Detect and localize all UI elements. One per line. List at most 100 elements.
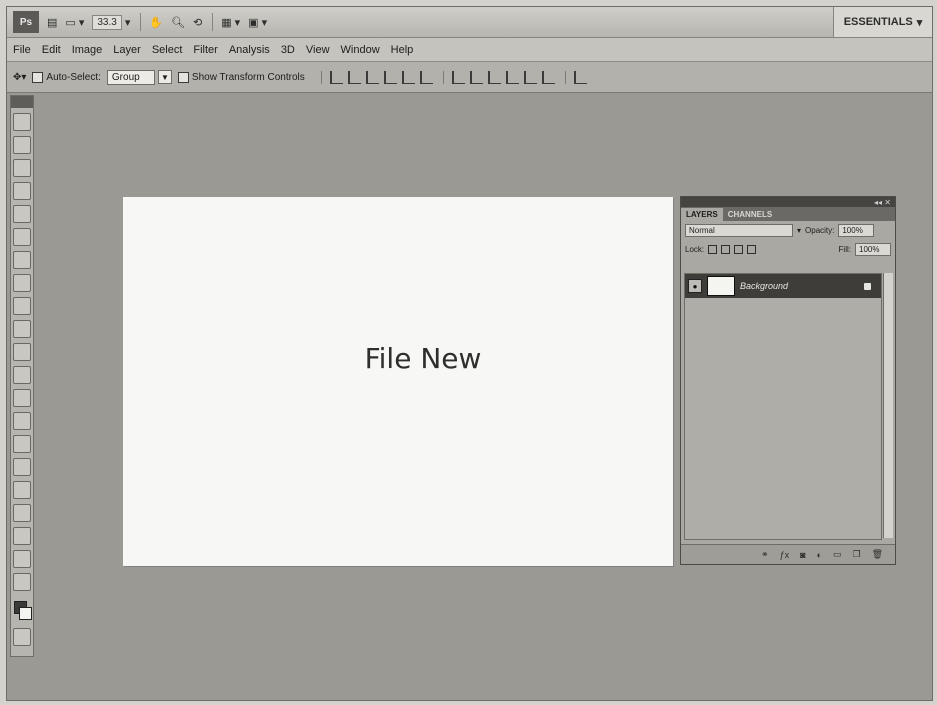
dodge-tool-icon[interactable] [13, 412, 31, 430]
distribute-right-icon[interactable] [541, 70, 555, 84]
show-transform-label: Show Transform Controls [191, 71, 305, 83]
eye-icon[interactable]: ● [688, 279, 702, 293]
align-top-edges-icon[interactable] [329, 70, 343, 84]
eraser-tool-icon[interactable] [13, 343, 31, 361]
screen-mode-button[interactable]: ▣ ▾ [248, 16, 267, 29]
view-extras-button[interactable]: ▭ ▾ [65, 16, 84, 29]
menu-layer[interactable]: Layer [113, 44, 141, 56]
menu-view[interactable]: View [306, 44, 330, 56]
distribute-bottom-icon[interactable] [487, 70, 501, 84]
type-tool-icon[interactable] [13, 458, 31, 476]
quick-selection-tool-icon[interactable] [13, 182, 31, 200]
blend-mode-dropdown[interactable]: Normal [685, 224, 793, 237]
zoom-tool-icon[interactable] [13, 573, 31, 591]
layer-row[interactable]: ● Background [685, 274, 881, 298]
workspace-label: ESSENTIALS [843, 16, 913, 28]
application-bar: Ps ▤ ▭ ▾ 33.3 ▾ ✋ 🔍︎ ⟲ ▦ ▾ ▣ ▾ ESSENTIALS ▾ [7, 7, 932, 38]
document-title: File New [364, 342, 482, 375]
rotate-view-button[interactable]: ⟲ [193, 16, 202, 29]
auto-align-layers-icon[interactable] [573, 70, 587, 84]
panel-grip[interactable] [11, 96, 33, 108]
menu-select[interactable]: Select [152, 44, 183, 56]
lock-image-icon[interactable] [721, 245, 731, 254]
group-icon[interactable]: ▭ [833, 549, 842, 560]
auto-select-dropdown[interactable]: Group ▼ [106, 69, 172, 85]
align-bottom-edges-icon[interactable] [365, 70, 379, 84]
3d-rotate-tool-icon[interactable] [13, 527, 31, 545]
panel-header[interactable]: ◂◂ ✕ [681, 197, 895, 207]
opacity-label: Opacity: [805, 226, 835, 235]
close-icon[interactable]: ✕ [884, 198, 891, 207]
align-horizontal-centers-icon[interactable] [401, 70, 415, 84]
document-canvas[interactable]: File New [123, 197, 673, 566]
fx-icon[interactable]: ƒx [780, 550, 790, 560]
distribute-top-icon[interactable] [451, 70, 465, 84]
align-right-edges-icon[interactable] [419, 70, 433, 84]
lock-all-icon[interactable] [747, 245, 757, 254]
auto-select-checkbox[interactable]: Auto-Select: [32, 71, 101, 83]
rotate-icon: ⟲ [193, 16, 203, 29]
auto-select-label: Auto-Select: [46, 71, 101, 83]
quick-mask-icon[interactable] [13, 628, 31, 646]
menu-image[interactable]: Image [72, 44, 103, 56]
tab-channels[interactable]: CHANNELS [723, 208, 777, 221]
blur-tool-icon[interactable] [13, 389, 31, 407]
healing-brush-tool-icon[interactable] [13, 251, 31, 269]
clone-stamp-tool-icon[interactable] [13, 297, 31, 315]
panel-tabs: LAYERS CHANNELS [681, 207, 895, 221]
mask-icon[interactable]: ◙ [800, 550, 805, 560]
opacity-field[interactable]: 100% [838, 224, 875, 237]
lock-position-icon[interactable] [734, 245, 744, 254]
menu-bar: File Edit Image Layer Select Filter Anal… [7, 38, 932, 62]
align-vertical-centers-icon[interactable] [347, 70, 361, 84]
collapse-icon[interactable]: ◂◂ [874, 198, 882, 207]
align-left-edges-icon[interactable] [383, 70, 397, 84]
menu-filter[interactable]: Filter [193, 44, 217, 56]
pen-tool-icon[interactable] [13, 435, 31, 453]
chevron-down-icon: ▾ [234, 16, 241, 29]
menu-3d[interactable]: 3D [281, 44, 295, 56]
blend-opacity-row: Normal ▾ Opacity: 100% [681, 221, 895, 240]
tool-preset-picker[interactable]: ✥ ▾ [13, 72, 26, 83]
crop-tool-icon[interactable] [13, 205, 31, 223]
layer-list: ● Background [684, 273, 882, 540]
menu-help[interactable]: Help [391, 44, 414, 56]
show-transform-checkbox[interactable]: Show Transform Controls [177, 71, 305, 83]
menu-file[interactable]: File [13, 44, 31, 56]
menu-edit[interactable]: Edit [42, 44, 61, 56]
distribute-left-icon[interactable] [505, 70, 519, 84]
view-extras-icon: ▭ [65, 16, 76, 29]
adjustment-icon[interactable]: ◐ [817, 550, 822, 560]
path-selection-tool-icon[interactable] [13, 481, 31, 499]
fill-field[interactable]: 100% [855, 243, 891, 256]
fill-label: Fill: [838, 245, 851, 254]
photoshop-window: Ps ▤ ▭ ▾ 33.3 ▾ ✋ 🔍︎ ⟲ ▦ ▾ ▣ ▾ ESSENTIALS ▾… [6, 6, 933, 701]
hand-tool-button[interactable]: ✋ [149, 16, 163, 29]
zoom-level-dropdown[interactable]: 33.3 ▾ [92, 14, 130, 30]
lasso-tool-icon[interactable] [13, 159, 31, 177]
menu-analysis[interactable]: Analysis [229, 44, 270, 56]
gradient-tool-icon[interactable] [13, 366, 31, 384]
bridge-button[interactable]: ▤ [47, 16, 57, 29]
workspace-switcher[interactable]: ESSENTIALS ▾ [833, 7, 932, 37]
brush-tool-icon[interactable] [13, 274, 31, 292]
hand-tool-icon[interactable] [13, 550, 31, 568]
marquee-tool-icon[interactable] [13, 136, 31, 154]
link-icon[interactable]: ⚭ [761, 549, 769, 560]
distribute-middle-icon[interactable] [523, 70, 537, 84]
zoom-tool-button[interactable]: 🔍︎ [171, 16, 185, 29]
chevron-down-icon: ▾ [21, 71, 27, 83]
layers-scrollbar[interactable] [883, 273, 893, 538]
lock-transparent-icon[interactable] [708, 245, 718, 254]
new-layer-icon[interactable]: ❐ [852, 549, 860, 560]
tab-layers[interactable]: LAYERS [681, 208, 723, 221]
eyedropper-tool-icon[interactable] [13, 228, 31, 246]
shape-tool-icon[interactable] [13, 504, 31, 522]
move-tool-icon[interactable] [13, 113, 31, 131]
arrange-documents-button[interactable]: ▦ ▾ [221, 16, 240, 29]
history-brush-tool-icon[interactable] [13, 320, 31, 338]
distribute-center-icon[interactable] [469, 70, 483, 84]
menu-window[interactable]: Window [341, 44, 380, 56]
background-color-swatch[interactable] [19, 607, 32, 620]
trash-icon[interactable]: 🗑︎ [872, 549, 883, 560]
